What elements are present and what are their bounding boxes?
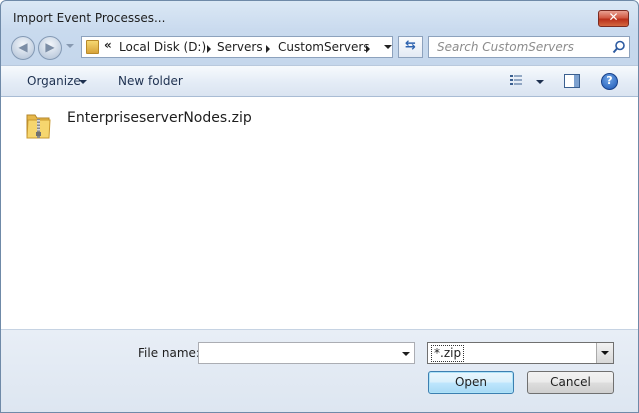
open-button[interactable]: Open bbox=[428, 371, 514, 394]
back-button[interactable]: ◀ bbox=[11, 36, 35, 60]
close-icon: ✕ bbox=[608, 10, 619, 24]
search-box[interactable]: Search CustomServers bbox=[428, 36, 630, 58]
breadcrumb-arrow-icon[interactable] bbox=[207, 45, 211, 53]
address-bar[interactable]: « Local Disk (D:) Servers CustomServers bbox=[81, 36, 393, 58]
forward-arrow-icon: ▶ bbox=[45, 40, 55, 54]
new-folder-button[interactable]: New folder bbox=[118, 74, 183, 88]
file-item[interactable]: EnterpriseserverNodes.zip bbox=[21, 107, 281, 141]
file-selection-panel: File name: *.zip Open Cancel bbox=[1, 329, 638, 412]
address-overflow-chevron[interactable]: « bbox=[104, 38, 112, 52]
back-arrow-icon: ◀ bbox=[18, 40, 28, 54]
refresh-button[interactable]: ⇆ bbox=[398, 36, 423, 58]
folder-icon bbox=[86, 40, 99, 54]
recent-locations-dropdown-icon[interactable] bbox=[66, 44, 74, 48]
search-placeholder: Search CustomServers bbox=[437, 40, 574, 54]
breadcrumb-servers[interactable]: Servers bbox=[217, 40, 263, 54]
cancel-button[interactable]: Cancel bbox=[527, 371, 614, 394]
zip-folder-icon bbox=[26, 114, 51, 139]
breadcrumb-arrow-icon[interactable] bbox=[366, 45, 370, 53]
address-history-dropdown-icon[interactable] bbox=[384, 45, 392, 49]
file-name-field-label: File name: bbox=[138, 346, 200, 360]
window-title: Import Event Processes... bbox=[13, 11, 166, 25]
preview-pane-icon[interactable] bbox=[564, 74, 580, 88]
filter-dropdown-icon[interactable] bbox=[596, 343, 613, 363]
file-type-filter[interactable]: *.zip bbox=[427, 342, 614, 364]
file-name-label: EnterpriseserverNodes.zip bbox=[67, 110, 252, 126]
change-view-icon[interactable] bbox=[510, 74, 523, 87]
help-icon: ? bbox=[606, 74, 613, 87]
file-name-input[interactable] bbox=[198, 342, 415, 364]
help-button[interactable]: ? bbox=[601, 73, 618, 90]
file-list-area[interactable]: EnterpriseserverNodes.zip bbox=[1, 97, 638, 329]
breadcrumb-local-disk[interactable]: Local Disk (D:) bbox=[119, 40, 206, 54]
close-button[interactable]: ✕ bbox=[598, 10, 629, 27]
command-toolbar: Organize New folder ? bbox=[1, 65, 638, 97]
forward-button[interactable]: ▶ bbox=[38, 36, 62, 60]
file-name-dropdown-icon[interactable] bbox=[402, 352, 410, 356]
organize-dropdown-icon[interactable] bbox=[79, 80, 87, 84]
breadcrumb-customservers[interactable]: CustomServers bbox=[278, 40, 370, 54]
breadcrumb-arrow-icon[interactable] bbox=[266, 45, 270, 53]
dialog-window: Import Event Processes... ✕ ◀ ▶ « Local … bbox=[0, 0, 639, 413]
view-options-dropdown-icon[interactable] bbox=[536, 80, 544, 84]
title-bar[interactable]: Import Event Processes... ✕ bbox=[1, 1, 638, 33]
search-icon[interactable] bbox=[612, 40, 626, 54]
file-type-filter-value: *.zip bbox=[431, 345, 465, 362]
refresh-icon: ⇆ bbox=[405, 38, 416, 53]
organize-menu[interactable]: Organize bbox=[27, 74, 81, 88]
